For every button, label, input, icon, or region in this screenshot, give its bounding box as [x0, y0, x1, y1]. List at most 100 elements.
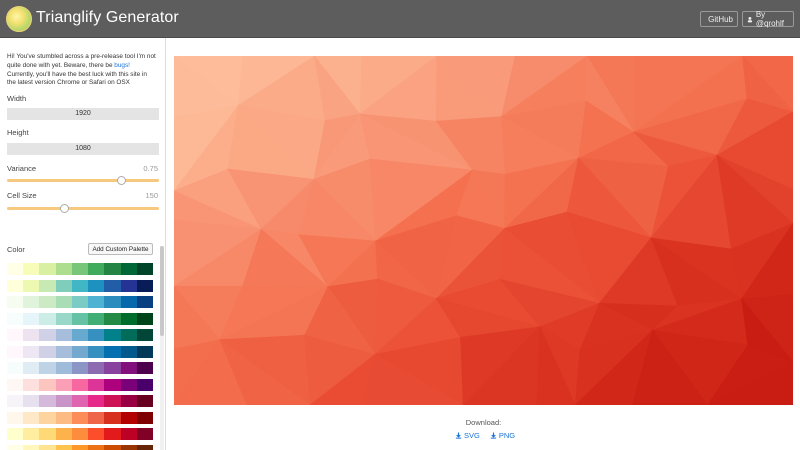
palette-swatch — [104, 279, 121, 292]
palette-swatch — [71, 444, 89, 450]
palette-swatch — [71, 263, 89, 275]
palette-swatch — [55, 362, 72, 374]
app-title: Trianglify Generator — [36, 9, 179, 26]
palette-swatch — [71, 428, 89, 440]
palette-swatch — [39, 378, 56, 391]
sidebar-scrollbar-thumb[interactable] — [160, 246, 164, 336]
palette-swatch — [55, 411, 72, 424]
palette-row[interactable] — [7, 279, 153, 292]
color-label: Color — [7, 245, 25, 254]
github-button[interactable]: GitHub — [700, 11, 738, 27]
download-label: Download: — [465, 418, 502, 427]
palette-swatch — [23, 428, 40, 440]
palette-swatch — [120, 345, 137, 358]
palette-swatch — [23, 378, 40, 391]
palette-swatch — [104, 312, 121, 325]
palette-swatch — [55, 378, 72, 391]
palette-swatch — [88, 329, 105, 341]
palette-row[interactable] — [7, 329, 153, 341]
palette-row[interactable] — [7, 411, 153, 424]
download-icon — [455, 432, 462, 439]
palette-swatch — [55, 263, 72, 275]
cellsize-slider[interactable] — [7, 204, 159, 213]
palette-row[interactable] — [7, 263, 153, 275]
palette-swatch — [104, 411, 121, 424]
palette-swatch — [39, 263, 56, 275]
variance-value: 0.75 — [143, 164, 158, 173]
bugs-link[interactable]: bugs! — [114, 62, 130, 69]
palette-swatch — [104, 428, 121, 440]
palette-swatch — [120, 296, 137, 308]
height-label: Height — [7, 128, 29, 137]
palette-swatch — [120, 395, 137, 407]
palette-swatch — [7, 329, 24, 341]
palette-swatch — [23, 279, 40, 292]
height-input[interactable] — [7, 143, 159, 155]
palette-swatch — [88, 378, 105, 391]
palette-swatch — [136, 296, 153, 308]
palette-swatch — [39, 329, 56, 341]
palette-swatch — [7, 411, 24, 424]
palette-swatch — [88, 411, 105, 424]
add-custom-palette-button[interactable]: Add Custom Palette — [88, 243, 153, 255]
download-icon — [490, 432, 496, 439]
variance-slider[interactable] — [7, 176, 159, 185]
palette-row[interactable] — [7, 362, 153, 374]
palette-row[interactable] — [7, 444, 153, 450]
palette-row[interactable] — [7, 312, 153, 325]
palette-swatch — [120, 329, 137, 341]
palette-swatch — [55, 444, 72, 450]
palette-swatch — [71, 296, 89, 308]
palette-swatch — [23, 296, 40, 308]
palette-swatch — [39, 279, 56, 292]
palette-swatch — [120, 444, 137, 450]
palette-swatch — [71, 312, 89, 325]
palette-row[interactable] — [7, 378, 153, 391]
palette-swatch — [136, 362, 153, 374]
palette-swatch — [120, 263, 137, 275]
palette-row[interactable] — [7, 395, 153, 407]
palette-swatch — [7, 263, 24, 275]
palette-swatch — [88, 296, 105, 308]
palette-swatch — [55, 329, 72, 341]
palette-swatch — [120, 411, 137, 424]
palette-swatch — [136, 345, 153, 358]
palette-swatch — [39, 296, 56, 308]
palette-swatch — [136, 312, 153, 325]
trianglify-canvas — [174, 56, 793, 405]
palette-swatch — [136, 329, 153, 341]
palette-swatch — [88, 345, 105, 358]
palette-swatch — [104, 444, 121, 450]
variance-slider-thumb[interactable] — [116, 176, 126, 185]
palette-swatch — [88, 395, 105, 407]
sidebar-scrollbar[interactable] — [160, 246, 164, 450]
palette-swatch — [88, 263, 105, 275]
palette-swatch — [23, 263, 40, 275]
palette-swatch — [104, 395, 121, 407]
palette-swatch — [104, 329, 121, 341]
palette-swatch — [71, 395, 89, 407]
palette-row[interactable] — [7, 345, 153, 358]
download-svg-link[interactable]: SVG — [455, 431, 480, 440]
palette-swatch — [23, 329, 40, 341]
palette-swatch — [104, 263, 121, 275]
cellsize-value: 150 — [145, 191, 158, 200]
palette-swatch — [39, 411, 56, 424]
author-button[interactable]: By @qrohlf — [742, 10, 794, 28]
cellsize-slider-thumb[interactable] — [60, 204, 70, 213]
palette-swatch — [7, 362, 24, 374]
width-input[interactable] — [7, 108, 159, 120]
download-links: SVG PNG — [455, 431, 515, 440]
download-png-link[interactable]: PNG — [490, 431, 515, 440]
palette-swatch — [39, 428, 56, 440]
palette-row[interactable] — [7, 428, 153, 440]
palette-row[interactable] — [7, 296, 153, 308]
palette-swatch — [23, 362, 40, 374]
palette-swatch — [39, 345, 56, 358]
palette-swatch — [120, 378, 137, 391]
palette-swatch — [39, 395, 56, 407]
palette-swatch — [88, 362, 105, 374]
palette-swatch — [71, 345, 89, 358]
palette-swatch — [104, 378, 121, 391]
palette-swatch — [7, 444, 24, 450]
